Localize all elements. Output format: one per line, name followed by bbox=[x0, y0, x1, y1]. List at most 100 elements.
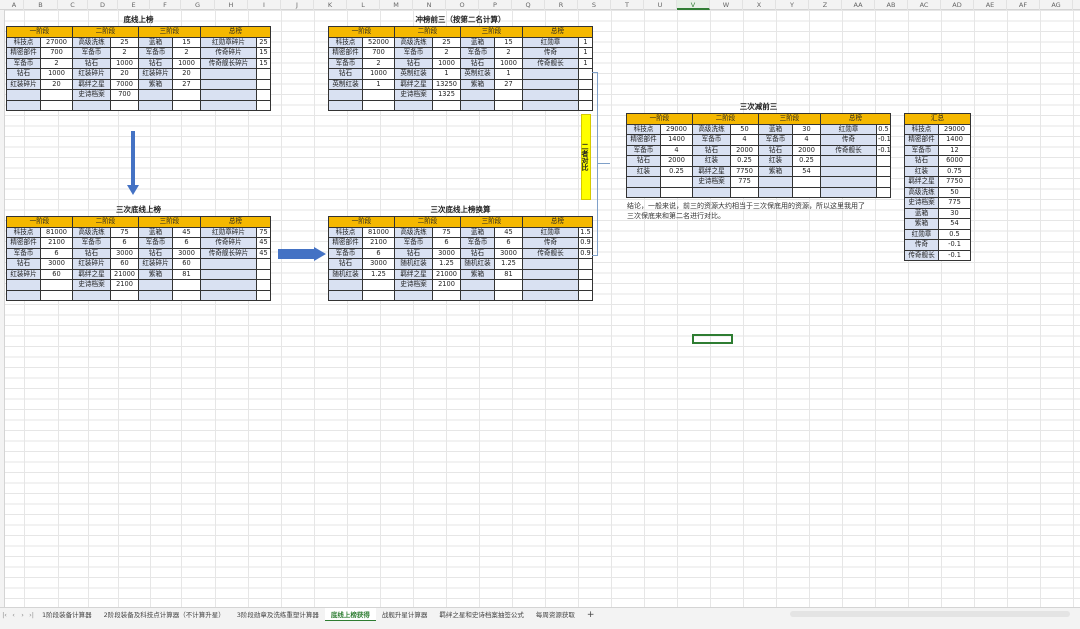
item-name-cell[interactable] bbox=[328, 289, 363, 301]
horizontal-scrollbar[interactable] bbox=[790, 611, 1070, 617]
item-value-cell[interactable]: 1000 bbox=[110, 57, 139, 69]
sheet-tab[interactable]: 每周资源获取 bbox=[530, 608, 581, 622]
item-value-cell[interactable]: 20 bbox=[40, 78, 73, 90]
item-value-cell[interactable]: 2100 bbox=[40, 237, 73, 249]
item-name-cell[interactable] bbox=[200, 289, 257, 301]
item-value-cell[interactable]: 775 bbox=[730, 176, 759, 188]
column-header-ab[interactable]: AB bbox=[875, 0, 908, 10]
column-header-c[interactable]: C bbox=[58, 0, 88, 10]
item-value-cell[interactable]: 3000 bbox=[362, 258, 395, 270]
item-name-cell[interactable]: 紫箱 bbox=[460, 78, 495, 90]
item-value-cell[interactable]: 12 bbox=[938, 144, 971, 156]
item-name-cell[interactable]: 紫箱 bbox=[758, 165, 793, 177]
item-value-cell[interactable]: 50 bbox=[730, 123, 759, 135]
column-header-f[interactable]: F bbox=[150, 0, 181, 10]
item-name-cell[interactable]: 高级洗练 bbox=[72, 226, 111, 238]
item-name-cell[interactable]: 钻石 bbox=[328, 68, 363, 80]
item-name-cell[interactable]: 钻石 bbox=[328, 258, 363, 270]
item-value-cell[interactable] bbox=[172, 99, 201, 111]
item-value-cell[interactable] bbox=[362, 289, 395, 301]
item-name-cell[interactable]: 钻石 bbox=[138, 247, 173, 259]
item-value-cell[interactable]: 2 bbox=[172, 47, 201, 59]
item-name-cell[interactable]: 红装碎片 bbox=[72, 258, 111, 270]
item-value-cell[interactable]: 1400 bbox=[938, 134, 971, 146]
item-value-cell[interactable] bbox=[40, 279, 73, 291]
item-value-cell[interactable]: 0.25 bbox=[660, 165, 693, 177]
item-name-cell[interactable] bbox=[460, 289, 495, 301]
item-name-cell[interactable]: 钻石 bbox=[692, 144, 731, 156]
item-name-cell[interactable]: 钻石 bbox=[758, 144, 793, 156]
item-value-cell[interactable] bbox=[494, 99, 523, 111]
item-name-cell[interactable]: 红勋章 bbox=[904, 228, 939, 240]
item-name-cell[interactable]: 羁绊之星 bbox=[394, 268, 433, 280]
item-value-cell[interactable]: 0.9 bbox=[578, 237, 593, 249]
column-header-q[interactable]: Q bbox=[512, 0, 545, 10]
item-name-cell[interactable]: 蓝箱 bbox=[460, 226, 495, 238]
item-value-cell[interactable]: 3000 bbox=[432, 247, 461, 259]
item-name-cell[interactable] bbox=[72, 99, 111, 111]
item-name-cell[interactable]: 史诗档案 bbox=[692, 176, 731, 188]
item-name-cell[interactable]: 蓝箱 bbox=[460, 36, 495, 48]
first-sheet-icon[interactable]: |‹ bbox=[0, 611, 9, 619]
item-name-cell[interactable]: 红装 bbox=[758, 155, 793, 167]
item-name-cell[interactable]: 钻石 bbox=[6, 68, 41, 80]
item-value-cell[interactable]: 6 bbox=[110, 237, 139, 249]
item-value-cell[interactable] bbox=[578, 289, 593, 301]
item-value-cell[interactable] bbox=[362, 89, 395, 101]
item-name-cell[interactable] bbox=[138, 289, 173, 301]
item-name-cell[interactable]: 红装碎片 bbox=[72, 68, 111, 80]
item-name-cell[interactable]: 高级洗练 bbox=[904, 186, 939, 198]
item-name-cell[interactable]: 红勋章碎片 bbox=[200, 36, 257, 48]
item-name-cell[interactable] bbox=[394, 289, 433, 301]
item-name-cell[interactable] bbox=[522, 89, 579, 101]
item-name-cell[interactable]: 精密部件 bbox=[6, 47, 41, 59]
item-value-cell[interactable]: 0.25 bbox=[730, 155, 759, 167]
item-value-cell[interactable]: 81000 bbox=[362, 226, 395, 238]
item-name-cell[interactable]: 紫箱 bbox=[460, 268, 495, 280]
item-value-cell[interactable]: 45 bbox=[256, 247, 271, 259]
item-value-cell[interactable]: 2100 bbox=[110, 279, 139, 291]
column-header-k[interactable]: K bbox=[314, 0, 347, 10]
item-name-cell[interactable] bbox=[328, 279, 363, 291]
item-value-cell[interactable]: 1 bbox=[578, 36, 593, 48]
item-value-cell[interactable] bbox=[578, 78, 593, 90]
item-name-cell[interactable]: 传奇碎片 bbox=[200, 47, 257, 59]
item-name-cell[interactable] bbox=[820, 176, 877, 188]
item-value-cell[interactable] bbox=[432, 289, 461, 301]
item-name-cell[interactable]: 红装碎片 bbox=[6, 78, 41, 90]
item-name-cell[interactable]: 军备币 bbox=[138, 47, 173, 59]
item-value-cell[interactable]: 1 bbox=[362, 78, 395, 90]
column-header-aa[interactable]: AA bbox=[842, 0, 875, 10]
item-name-cell[interactable]: 军备币 bbox=[460, 237, 495, 249]
item-name-cell[interactable] bbox=[328, 89, 363, 101]
item-name-cell[interactable]: 军备币 bbox=[6, 247, 41, 259]
item-name-cell[interactable] bbox=[138, 279, 173, 291]
item-name-cell[interactable] bbox=[200, 258, 257, 270]
column-header-e[interactable]: E bbox=[118, 0, 150, 10]
item-name-cell[interactable] bbox=[522, 68, 579, 80]
item-value-cell[interactable]: 0.25 bbox=[792, 155, 821, 167]
item-value-cell[interactable]: 700 bbox=[362, 47, 395, 59]
item-value-cell[interactable]: -0.1 bbox=[876, 144, 891, 156]
column-header-n[interactable]: N bbox=[413, 0, 446, 10]
item-value-cell[interactable]: 3000 bbox=[494, 247, 523, 259]
item-name-cell[interactable]: 钻石 bbox=[6, 258, 41, 270]
item-name-cell[interactable] bbox=[522, 289, 579, 301]
item-value-cell[interactable]: 25 bbox=[432, 36, 461, 48]
item-value-cell[interactable] bbox=[256, 78, 271, 90]
item-value-cell[interactable]: 1 bbox=[578, 47, 593, 59]
item-value-cell[interactable] bbox=[876, 176, 891, 188]
item-name-cell[interactable]: 紫箱 bbox=[904, 218, 939, 230]
item-value-cell[interactable]: 29000 bbox=[938, 123, 971, 135]
item-name-cell[interactable]: 红装碎片 bbox=[6, 268, 41, 280]
item-name-cell[interactable]: 钻石 bbox=[626, 155, 661, 167]
item-value-cell[interactable]: 6 bbox=[172, 237, 201, 249]
item-value-cell[interactable]: 15 bbox=[256, 47, 271, 59]
item-value-cell[interactable] bbox=[256, 89, 271, 101]
item-value-cell[interactable] bbox=[256, 268, 271, 280]
item-value-cell[interactable]: 0.9 bbox=[578, 247, 593, 259]
item-name-cell[interactable]: 军备币 bbox=[460, 47, 495, 59]
item-value-cell[interactable] bbox=[578, 89, 593, 101]
item-name-cell[interactable]: 史诗档案 bbox=[904, 197, 939, 209]
item-name-cell[interactable]: 军备币 bbox=[6, 57, 41, 69]
